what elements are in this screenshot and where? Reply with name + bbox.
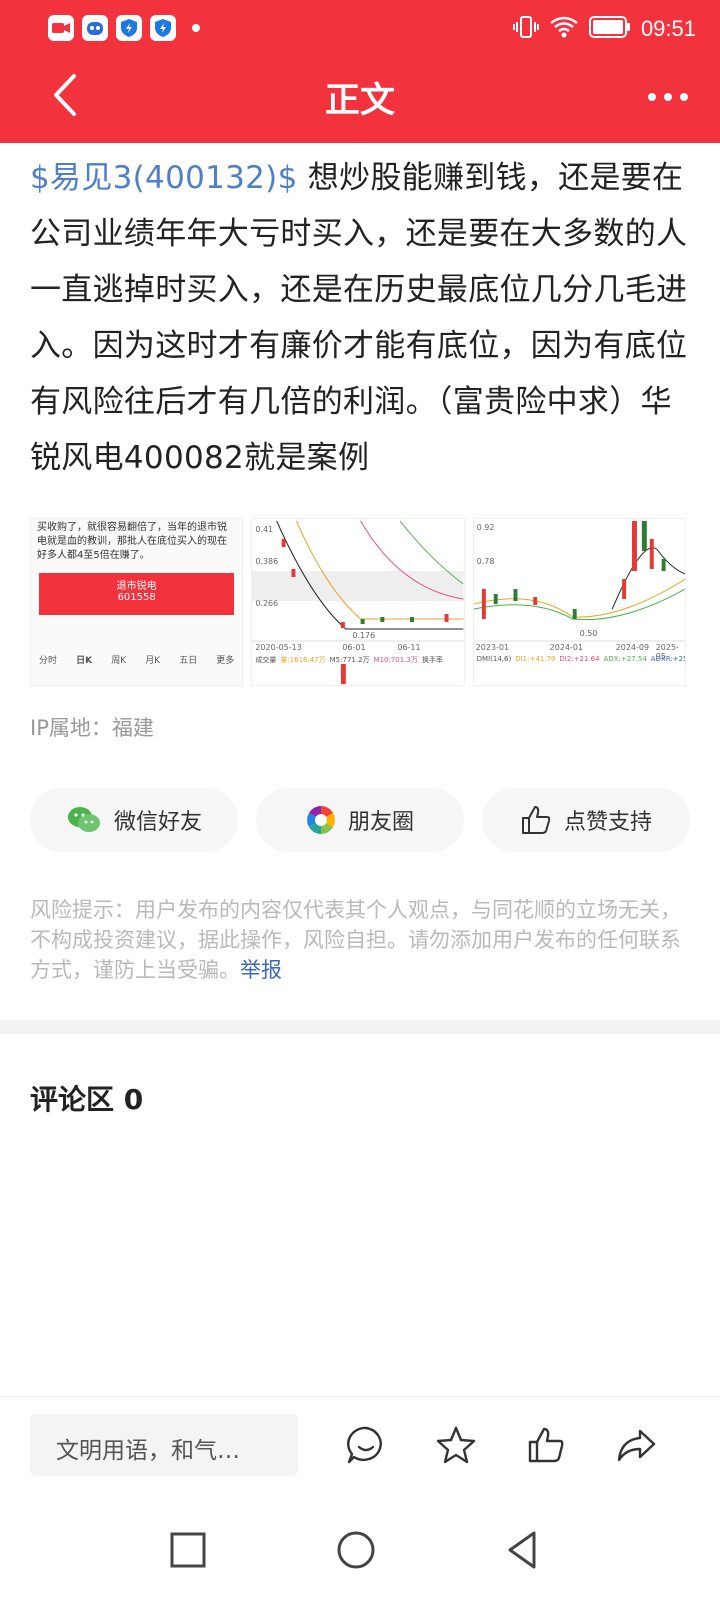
section-divider (0, 1020, 720, 1034)
back-nav-button[interactable] (500, 1528, 544, 1572)
ma5-value: M5:771.2万 (329, 656, 370, 664)
more-dots-icon (648, 93, 688, 101)
image-gallery: 买收购了，就很容易翻倍了，当年的退市锐电就是血的教训，那批人在底位买入的现在好多… (30, 518, 686, 686)
share-wechat-label: 微信好友 (113, 810, 202, 835)
circle-icon (337, 1531, 375, 1569)
system-status: 09:51 (512, 14, 696, 44)
comments-header: 评论区 0 (30, 1083, 144, 1116)
volume-label: 成交量 (255, 656, 277, 664)
video-app-icon (48, 15, 74, 41)
thumb-tab: 分时 (39, 656, 58, 666)
axis-label: 0.92 (476, 523, 495, 532)
wechat-icon (67, 807, 100, 832)
axis-label: 0.41 (255, 525, 274, 534)
report-link[interactable]: 举报 (240, 958, 282, 982)
thumb-stock-name: 退市锐电 (116, 581, 157, 592)
turnover-label: 换手率 (421, 656, 443, 664)
nav-bar: 正文 (0, 58, 720, 143)
square-icon (170, 1532, 206, 1568)
like-support-label: 点赞支持 (563, 810, 652, 835)
post-content: $易见3(400132)$ 想炒股能赚到钱，还是要在公司业绩年年大亏时买入，还是… (30, 150, 690, 486)
post-body: 想炒股能赚到钱，还是要在公司业绩年年大亏时买入，还是要在大多数的人一直逃掉时买入… (30, 160, 688, 476)
thumb-tab: 周K (111, 656, 127, 666)
axis-label: 0.78 (476, 557, 495, 566)
di2-value: DI2:+21.64 (559, 655, 600, 663)
home-button[interactable] (334, 1528, 378, 1572)
thumb-tabs: 分时 日K 周K 月K 五日 更多 (39, 621, 234, 666)
wifi-icon (549, 15, 579, 43)
like-support-button[interactable]: 点赞支持 (482, 788, 690, 852)
system-nav-bar (0, 1506, 720, 1600)
recent-apps-button[interactable] (166, 1528, 210, 1572)
share-moments-label: 朋友圈 (347, 810, 414, 835)
comment-icon (347, 1426, 382, 1464)
share-arrow-icon (617, 1429, 656, 1462)
thumb-tab: 更多 (216, 656, 235, 666)
app-header: 09:51 正文 (0, 0, 720, 143)
thumb-caption: 买收购了，就很容易翻倍了，当年的退市锐电就是血的教训，那批人在底位买入的现在好多… (37, 522, 227, 561)
dmi-legend: DMI(14,6) DI1:+41.79 DI2:+21.64 ADX:+27.… (476, 655, 685, 663)
stock-link[interactable]: $易见3(400132)$ (30, 160, 298, 196)
adx-value: ADX:+27.54 (603, 655, 647, 663)
battery-icon (588, 15, 631, 43)
more-notifications-dot (192, 24, 200, 32)
low-marker: 0.176 (352, 631, 376, 640)
volume-legend: 成交量 量:1616.47万 M5:771.2万 M10:701.3万 换手率 (255, 655, 443, 665)
comment-input[interactable]: 文明用语，和气… (30, 1414, 298, 1476)
thumb-stock-header: 退市锐电 601558 (39, 573, 235, 615)
notification-icons (48, 15, 200, 41)
page-title: 正文 (324, 81, 395, 121)
status-bar: 09:51 (0, 0, 720, 58)
thumb-tab: 日K (76, 656, 93, 666)
vibrate-icon (512, 14, 539, 44)
axis-label: 0.386 (255, 557, 279, 566)
axis-label: 2020-05-13 (255, 643, 302, 652)
shield-app-icon (150, 15, 176, 41)
thumbs-up-icon (521, 806, 551, 834)
share-button[interactable] (614, 1423, 658, 1467)
triangle-back-icon (508, 1531, 536, 1569)
like-button[interactable] (524, 1423, 568, 1467)
bottom-action-bar: 文明用语，和气… (0, 1396, 720, 1506)
post-text: $易见3(400132)$ 想炒股能赚到钱，还是要在公司业绩年年大亏时买入，还是… (30, 150, 690, 486)
axis-label: 2024-09 (615, 643, 650, 652)
shield-app-icon (116, 15, 142, 41)
image-thumb-2[interactable]: 0.41 0.386 0.266 0.176 2020-05-13 06-01 … (251, 518, 465, 686)
thumb-tab: 月K (145, 656, 161, 666)
axis-label: 06-01 (342, 643, 366, 652)
thumb-stock-code: 601558 (117, 592, 156, 603)
di1-value: DI1:+41.79 (515, 655, 556, 663)
adxr-value: ADXR:+25.91 (650, 655, 685, 663)
risk-text: 风险提示：用户发布的内容仅代表其个人观点，与同花顺的立场无关，不构成投资建议，据… (30, 898, 681, 982)
thumb-tab: 五日 (179, 656, 198, 666)
share-moments-button[interactable]: 朋友圈 (256, 788, 464, 852)
risk-disclaimer: 风险提示：用户发布的内容仅代表其个人观点，与同花顺的立场无关，不构成投资建议，据… (30, 895, 690, 985)
robot-app-icon (82, 15, 108, 41)
image-thumb-1[interactable]: 买收购了，就很容易翻倍了，当年的退市锐电就是血的教训，那批人在底位买入的现在好多… (30, 518, 244, 686)
dmi-label: DMI(14,6) (476, 655, 512, 663)
share-wechat-button[interactable]: 微信好友 (30, 788, 238, 852)
share-row: 微信好友 朋友圈 点赞支持 (30, 788, 690, 852)
moments-icon (306, 806, 335, 834)
ma10-value: M10:701.3万 (373, 656, 418, 664)
axis-label: 06-11 (397, 643, 421, 652)
thumbs-up-icon (528, 1427, 564, 1463)
star-icon (436, 1426, 476, 1464)
image-thumb-3[interactable]: 0.92 0.78 0.50 2023-01 2024-01 2024-09 2… (472, 518, 686, 686)
more-options-button[interactable] (638, 80, 698, 114)
comment-button[interactable] (344, 1423, 388, 1467)
axis-label: 0.266 (255, 599, 279, 608)
ip-location: IP属地：福建 (30, 716, 154, 740)
axis-label: 2023-01 (475, 643, 510, 652)
volume-value: 量:1616.47万 (280, 656, 326, 664)
axis-label: 2024-01 (549, 643, 584, 652)
axis-label: 0.50 (579, 629, 598, 638)
favorite-button[interactable] (434, 1423, 478, 1467)
clock: 09:51 (640, 16, 696, 41)
